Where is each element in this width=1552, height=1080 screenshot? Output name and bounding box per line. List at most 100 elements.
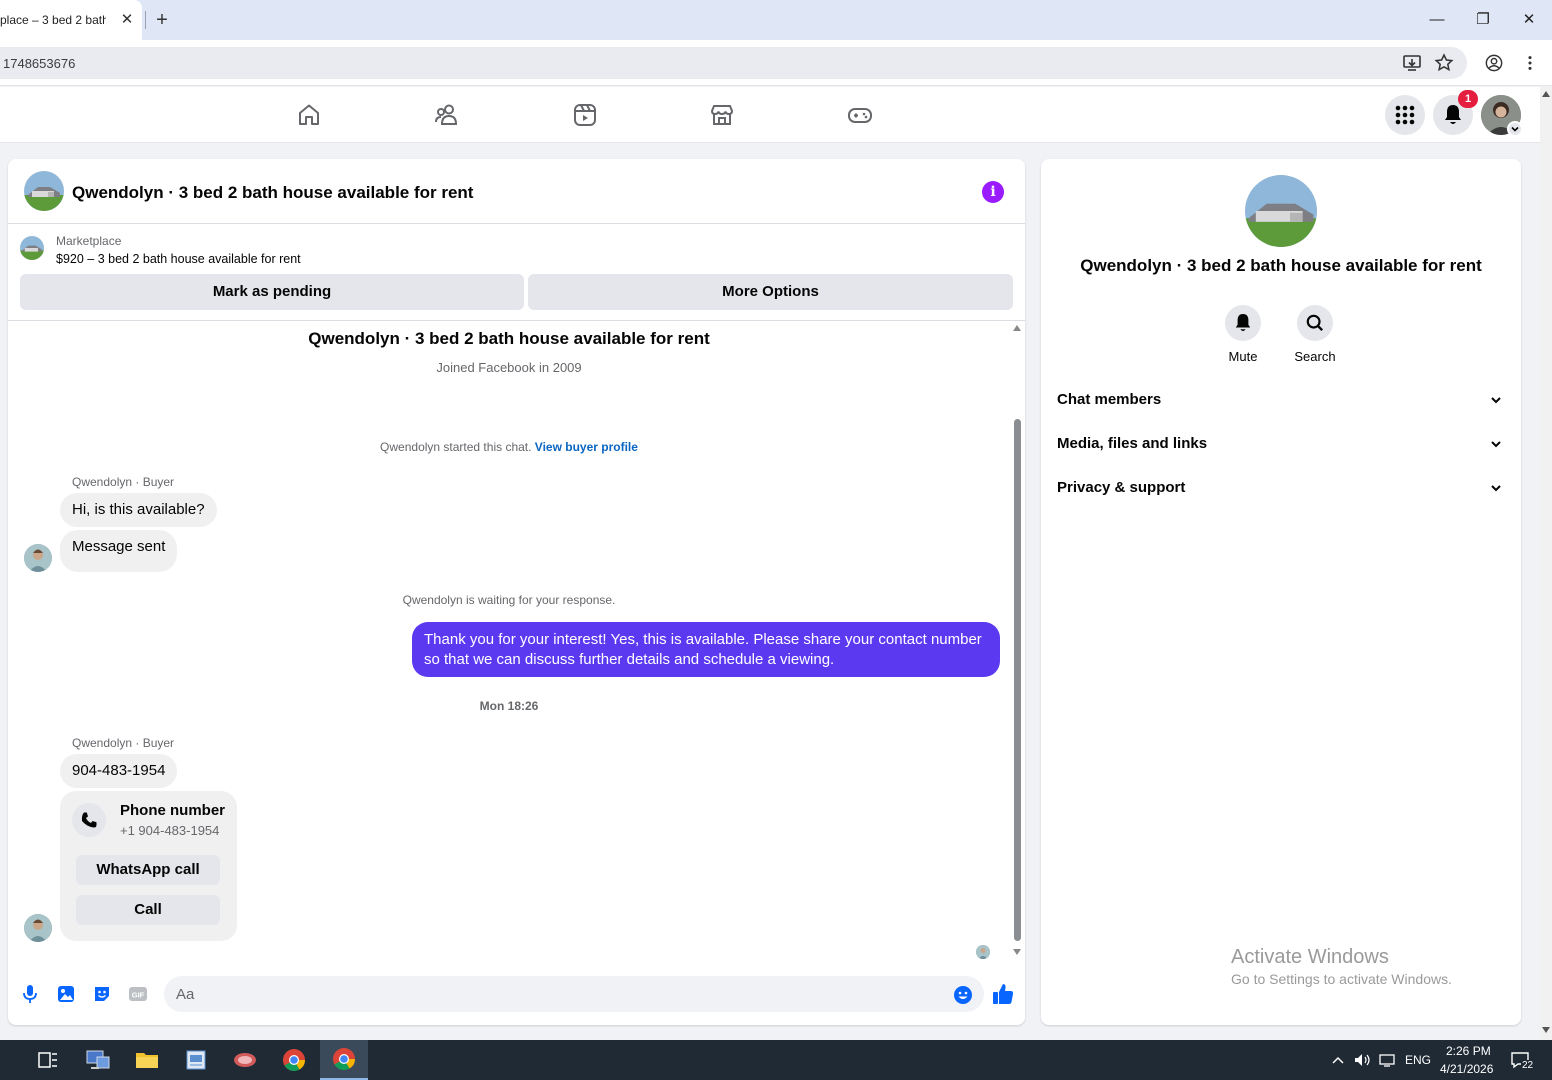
section-label: Privacy & support — [1057, 479, 1186, 496]
message-bubble[interactable]: Hi, is this available? — [60, 493, 217, 527]
menu-grid-button[interactable] — [1385, 95, 1425, 135]
section-label: Media, files and links — [1057, 435, 1208, 452]
search-label: Search — [1294, 349, 1336, 364]
sender-label: Qwendolyn · Buyer — [72, 475, 175, 489]
thread-title: Qwendolyn · 3 bed 2 bath house available… — [308, 329, 710, 348]
network-icon[interactable] — [1378, 1052, 1396, 1068]
bookmark-star-icon[interactable] — [1434, 53, 1454, 73]
section-label: Chat members — [1057, 391, 1162, 408]
divider — [8, 320, 1025, 321]
more-options-button[interactable]: More Options — [528, 274, 1013, 310]
scroll-thumb[interactable] — [1014, 419, 1021, 941]
watch-icon[interactable] — [572, 102, 598, 128]
search-icon[interactable] — [1297, 305, 1333, 341]
minimize-button[interactable]: — — [1424, 8, 1450, 32]
sender-label: Qwendolyn · Buyer — [72, 736, 175, 750]
mute-label: Mute — [1228, 349, 1258, 364]
view-buyer-profile-link[interactable]: View buyer profile — [535, 440, 638, 454]
chrome-icon[interactable] — [270, 1040, 318, 1080]
house-photo-large — [1245, 175, 1317, 247]
network-app-icon[interactable] — [74, 1040, 122, 1080]
phone-card-number: +1 904-483-1954 — [120, 823, 220, 838]
buyer-photo — [24, 914, 52, 942]
browser-tab[interactable]: place – 3 bed 2 bath ✕ — [0, 0, 142, 40]
volume-icon[interactable] — [1353, 1052, 1371, 1068]
conversation-info-panel: Qwendolyn · 3 bed 2 bath house available… — [1041, 159, 1521, 1025]
snipping-tool-icon[interactable] — [221, 1040, 269, 1080]
close-window-button[interactable]: ✕ — [1516, 8, 1542, 32]
chevron-down-icon — [1491, 485, 1501, 492]
chat-members-section[interactable]: Chat members — [1057, 385, 1505, 415]
tab-title: place – 3 bed 2 bath — [0, 13, 106, 27]
message-input[interactable] — [164, 976, 924, 1012]
buyer-avatar[interactable] — [24, 544, 52, 572]
message-bubble[interactable]: Message sent — [60, 530, 178, 572]
task-view-icon[interactable] — [24, 1040, 72, 1080]
chrome-active-icon[interactable] — [320, 1040, 368, 1080]
activate-windows-watermark: Activate Windows Go to Settings to activ… — [1231, 946, 1452, 987]
language-indicator[interactable]: ENG — [1405, 1053, 1431, 1067]
address-bar[interactable]: 1748653676 — [0, 47, 1467, 79]
mute-bell-icon[interactable] — [1225, 305, 1261, 341]
marketplace-label: Marketplace — [56, 234, 122, 248]
page-scrollbar[interactable] — [1540, 87, 1552, 1040]
account-chevron-icon[interactable] — [1507, 121, 1523, 137]
whatsapp-call-button[interactable]: WhatsApp call — [76, 855, 220, 885]
browser-menu-icon[interactable] — [1521, 54, 1539, 72]
media-files-links-section[interactable]: Media, files and links — [1057, 429, 1505, 459]
windows-taskbar: ENG 2:26 PM 4/21/2026 22 — [0, 1040, 1552, 1080]
sticker-icon[interactable] — [92, 984, 112, 1004]
gif-icon[interactable]: GIF — [128, 984, 148, 1004]
chevron-down-icon — [1491, 441, 1501, 448]
chat-panel: Qwendolyn · 3 bed 2 bath house available… — [8, 159, 1025, 1025]
privacy-support-section[interactable]: Privacy & support — [1057, 473, 1505, 503]
mark-as-pending-button[interactable]: Mark as pending — [20, 274, 524, 310]
message-timestamp: Mon 18:26 — [479, 699, 539, 713]
marketplace-icon[interactable] — [709, 102, 735, 128]
message-composer[interactable] — [164, 976, 984, 1012]
documents-app-icon[interactable] — [172, 1040, 220, 1080]
buyer-avatar[interactable] — [24, 914, 52, 942]
mute-action[interactable]: Mute — [1208, 305, 1278, 364]
scroll-down-arrow[interactable] — [1013, 949, 1021, 955]
install-app-icon[interactable] — [1402, 53, 1422, 73]
photo-icon[interactable] — [56, 984, 76, 1004]
listing-avatar[interactable] — [24, 171, 64, 211]
facebook-top-nav — [0, 87, 1540, 143]
microphone-icon[interactable] — [20, 984, 40, 1004]
call-button[interactable]: Call — [76, 895, 220, 925]
scroll-up-arrow[interactable] — [1013, 325, 1021, 331]
listing-title[interactable]: $920 – 3 bed 2 bath house available for … — [56, 252, 301, 266]
clock-time[interactable]: 2:26 PM — [1446, 1044, 1491, 1058]
emoji-icon[interactable] — [953, 985, 973, 1005]
file-explorer-icon[interactable] — [123, 1040, 171, 1080]
profile-icon[interactable] — [1485, 54, 1503, 72]
phone-card-title: Phone number — [120, 802, 226, 819]
house-photo-small — [20, 236, 44, 260]
grid-icon — [1395, 105, 1415, 125]
gaming-icon[interactable] — [847, 102, 873, 128]
tray-expand-icon[interactable] — [1331, 1054, 1345, 1066]
chevron-down-icon — [1491, 397, 1501, 404]
svg-text:GIF: GIF — [132, 991, 145, 1000]
listing-large-avatar[interactable] — [1245, 175, 1317, 247]
chat-scrollbar[interactable] — [1011, 321, 1023, 961]
panel-title: Qwendolyn · 3 bed 2 bath house available… — [1080, 256, 1482, 275]
tab-close-icon[interactable]: ✕ — [118, 10, 136, 30]
home-icon[interactable] — [296, 102, 322, 128]
house-photo — [24, 171, 64, 211]
friends-icon[interactable] — [434, 102, 460, 128]
phone-number-card: Phone number +1 904-483-1954 WhatsApp ca… — [60, 791, 237, 941]
maximize-button[interactable]: ❐ — [1470, 8, 1496, 32]
sent-message-bubble[interactable]: Thank you for your interest! Yes, this i… — [412, 622, 1000, 677]
new-tab-button[interactable]: + — [152, 9, 172, 31]
chat-header: Qwendolyn · 3 bed 2 bath house available… — [8, 159, 1025, 224]
listing-thumbnail[interactable] — [20, 236, 44, 260]
info-icon[interactable]: i — [982, 181, 1004, 203]
search-action[interactable]: Search — [1280, 305, 1350, 364]
thumbs-up-icon[interactable] — [991, 982, 1015, 1006]
watermark-line-2: Go to Settings to activate Windows. — [1231, 971, 1452, 987]
clock-date[interactable]: 4/21/2026 — [1440, 1062, 1493, 1076]
notification-badge: 1 — [1458, 90, 1478, 108]
message-bubble[interactable]: 904-483-1954 — [60, 754, 178, 788]
